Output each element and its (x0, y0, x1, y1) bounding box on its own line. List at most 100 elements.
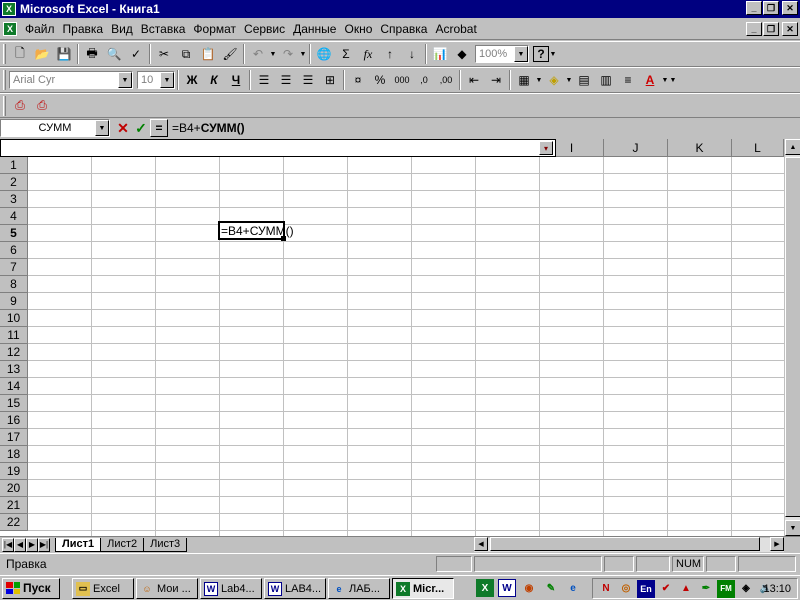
doc-close-button[interactable]: ✕ (782, 22, 798, 36)
menu-insert[interactable]: Вставка (137, 22, 190, 36)
minimize-button[interactable]: _ (746, 1, 762, 15)
borders-icon[interactable]: ▦ (513, 69, 535, 91)
language-icon[interactable]: En (637, 579, 655, 598)
thousands-button[interactable]: 000 (391, 69, 413, 91)
cancel-button[interactable]: ✕ (114, 119, 132, 137)
sort-ascending-icon[interactable]: ↑ (379, 43, 401, 65)
function-palette[interactable]: ▾ (0, 139, 556, 157)
help-icon[interactable]: ? (533, 46, 549, 62)
row-header[interactable]: 3 (0, 191, 28, 208)
last-sheet-icon[interactable]: ▶| (38, 537, 50, 552)
percent-button[interactable]: % (369, 69, 391, 91)
spelling-icon[interactable]: ✓ (125, 43, 147, 65)
hyperlink-icon[interactable]: 🌐 (313, 43, 335, 65)
bold-button[interactable]: Ж (181, 69, 203, 91)
scroll-thumb[interactable] (785, 157, 800, 517)
borders-dropdown-icon[interactable]: ▼ (535, 77, 543, 84)
undo-icon[interactable]: ↶ (247, 43, 269, 65)
task-lab-explorer[interactable]: e ЛАБ... (328, 578, 390, 599)
close-button[interactable]: ✕ (782, 1, 798, 15)
menu-edit[interactable]: Правка (59, 22, 108, 36)
font-color-dropdown-icon[interactable]: ▼ (661, 77, 669, 84)
vertical-scrollbar[interactable]: ▲ ▼ (784, 139, 800, 536)
row-header[interactable]: 6 (0, 242, 28, 259)
row-header[interactable]: 7 (0, 259, 28, 276)
menu-file[interactable]: Файл (21, 22, 59, 36)
increase-decimal-icon[interactable]: ,0 (413, 69, 435, 91)
row-header[interactable]: 2 (0, 174, 28, 191)
merge-center-icon[interactable]: ⊞ (319, 69, 341, 91)
pdf-email-icon[interactable]: ⎙ (31, 95, 53, 117)
tray-app-icon[interactable]: ◎ (617, 580, 635, 598)
tools-quicklaunch-icon[interactable]: ✎ (542, 579, 560, 597)
task-lab4-word-2[interactable]: W LAB4... (264, 578, 326, 599)
function-palette-icon[interactable]: ▾ (539, 141, 553, 155)
row-header[interactable]: 9 (0, 293, 28, 310)
row-header[interactable]: 11 (0, 327, 28, 344)
task-lab4-word[interactable]: W Lab4... (200, 578, 262, 599)
scroll-up-icon[interactable]: ▲ (785, 139, 800, 155)
media-quicklaunch-icon[interactable]: ◉ (520, 579, 538, 597)
row-header[interactable]: 13 (0, 361, 28, 378)
undo-dropdown-icon[interactable]: ▼ (269, 51, 277, 58)
row-header[interactable]: 21 (0, 497, 28, 514)
font-select[interactable]: Arial Cyr ▼ (9, 71, 133, 89)
autosum-icon[interactable]: Σ (335, 43, 357, 65)
chevron-down-icon[interactable]: ▼ (514, 46, 528, 62)
norton-icon[interactable]: N (597, 580, 615, 598)
row-header[interactable]: 14 (0, 378, 28, 395)
row-header[interactable]: 22 (0, 514, 28, 531)
tray-check-icon[interactable]: ✔ (657, 580, 675, 598)
row-header[interactable]: 18 (0, 446, 28, 463)
align-left-icon[interactable]: ☰ (253, 69, 275, 91)
row-header[interactable]: 5 (0, 225, 28, 242)
lines-icon[interactable]: ≡ (617, 69, 639, 91)
tray-antivirus-icon[interactable]: ▲ (677, 580, 695, 598)
chart-wizard-icon[interactable]: 📊 (429, 43, 451, 65)
workbook-icon[interactable]: X (3, 21, 17, 36)
doc-restore-button[interactable]: ❐ (763, 22, 779, 36)
row-header[interactable]: 19 (0, 463, 28, 480)
print-preview-icon[interactable]: 🔍 (103, 43, 125, 65)
menu-view[interactable]: Вид (107, 22, 137, 36)
paste-icon[interactable]: 📋 (197, 43, 219, 65)
horizontal-scrollbar[interactable]: ◀ ▶ (474, 537, 784, 552)
row-header[interactable]: 20 (0, 480, 28, 497)
hscroll-thumb[interactable] (490, 537, 760, 551)
tray-network-icon[interactable]: ◈ (737, 580, 755, 598)
row-header[interactable]: 12 (0, 344, 28, 361)
align-right-icon[interactable]: ☰ (297, 69, 319, 91)
sheet-tab-2[interactable]: Лист2 (100, 537, 145, 552)
row-header[interactable]: 17 (0, 429, 28, 446)
grid-icon[interactable]: ▤ (573, 69, 595, 91)
menu-tools[interactable]: Сервис (240, 22, 289, 36)
row-header[interactable]: 15 (0, 395, 28, 412)
start-button[interactable]: Пуск (2, 577, 60, 599)
column-header[interactable]: J (604, 139, 668, 157)
font-size-select[interactable]: 10 ▼ (137, 71, 175, 89)
menu-format[interactable]: Формат (189, 22, 240, 36)
format-painter-icon[interactable]: 🖌 (219, 43, 241, 65)
grid2-icon[interactable]: ▥ (595, 69, 617, 91)
doc-minimize-button[interactable]: _ (746, 22, 762, 36)
fill-color-icon[interactable]: ◈ (543, 69, 565, 91)
formula-input[interactable]: =B4+ СУММ() (168, 119, 800, 137)
prev-sheet-icon[interactable]: ◀ (14, 537, 26, 552)
cut-icon[interactable]: ✂ (153, 43, 175, 65)
italic-button[interactable]: К (203, 69, 225, 91)
chevron-down-icon[interactable]: ▼ (160, 72, 174, 88)
decrease-decimal-icon[interactable]: ,00 (435, 69, 457, 91)
currency-icon[interactable]: ¤ (347, 69, 369, 91)
next-sheet-icon[interactable]: ▶ (26, 537, 38, 552)
chevron-down-icon[interactable]: ▼ (118, 72, 132, 88)
tray-fm-icon[interactable]: FM (717, 579, 735, 598)
task-microsoft-excel[interactable]: X Micr... (392, 578, 454, 599)
save-icon[interactable]: 💾 (53, 43, 75, 65)
decrease-indent-icon[interactable]: ⇤ (463, 69, 485, 91)
align-center-icon[interactable]: ☰ (275, 69, 297, 91)
increase-indent-icon[interactable]: ⇥ (485, 69, 507, 91)
sheet-tab-1[interactable]: Лист1 (55, 537, 102, 552)
print-icon[interactable]: 🖶 (81, 43, 103, 65)
row-header[interactable]: 16 (0, 412, 28, 429)
enter-button[interactable]: ✓ (132, 119, 150, 137)
